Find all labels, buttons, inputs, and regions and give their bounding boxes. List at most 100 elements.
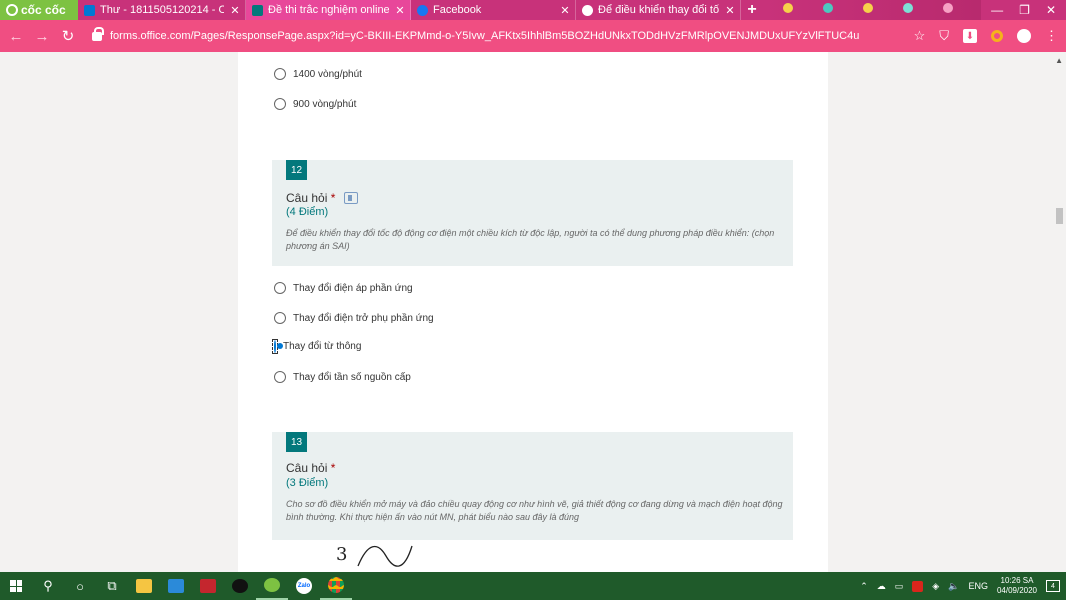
close-icon[interactable]: ✕: [559, 4, 571, 17]
question-points: (3 Điểm): [286, 477, 329, 489]
search-icon[interactable]: ⚲: [32, 572, 64, 600]
facebook-icon: [417, 4, 428, 16]
back-icon[interactable]: ←: [8, 28, 24, 45]
cloud-icon[interactable]: ☁: [877, 581, 886, 592]
forms-icon: [252, 4, 263, 16]
reload-icon[interactable]: ↻: [60, 27, 76, 45]
question-title: Câu hỏi *: [286, 191, 336, 205]
notification-center-icon[interactable]: 4: [1046, 580, 1060, 592]
radio-button[interactable]: [274, 312, 286, 324]
zalo-label: Zalo: [296, 578, 312, 594]
xbox-icon[interactable]: [224, 572, 256, 600]
system-tray: ⌃ ☁ ▭ ◈ 🔈 ENG 10:26 SA 04/09/2020 4: [860, 576, 1066, 596]
option-label: 900 vòng/phút: [293, 98, 357, 110]
window-controls: — ❐ ✕: [981, 0, 1066, 20]
sine-wave-symbol-icon: [357, 545, 413, 567]
shield-icon[interactable]: ⛉: [939, 28, 949, 44]
radio-button-selected[interactable]: [274, 340, 276, 353]
radio-button[interactable]: [274, 98, 286, 110]
maximize-icon[interactable]: ❐: [1019, 3, 1030, 17]
radio-button[interactable]: [274, 371, 286, 383]
file-explorer-icon[interactable]: [128, 572, 160, 600]
option-flux[interactable]: Thay đổi từ thông: [272, 339, 362, 354]
browser-tab-bar: cốc cốc Thư - 1811505120214 - Outlo ✕ Đề…: [0, 0, 1066, 20]
address-bar: ← → ↻ forms.office.com/Pages/ResponsePag…: [0, 20, 1066, 52]
option-label: Thay đổi từ thông: [283, 341, 362, 352]
url-field[interactable]: forms.office.com/Pages/ResponsePage.aspx…: [86, 25, 904, 47]
option-label: 1400 vòng/phút: [293, 68, 362, 80]
question-number: 13: [286, 432, 307, 452]
address-bar-actions: ☆ ⛉ ⬇ ⋮: [914, 28, 1058, 44]
immersive-reader-icon[interactable]: [344, 192, 358, 204]
question-12-header: 12 Câu hỏi * (4 Điểm) Để điều khiển thay…: [272, 160, 793, 266]
new-tab-button[interactable]: +: [741, 0, 763, 20]
option-supply-frequency[interactable]: Thay đổi tần số nguồn cấp: [274, 371, 411, 383]
clock[interactable]: 10:26 SA 04/09/2020: [997, 576, 1037, 596]
question-description: Cho sơ đồ điều khiển mở máy và đảo chiều…: [286, 499, 783, 522]
tab-forms[interactable]: Đề thi trắc nghiệm online Tra ✕: [246, 0, 411, 20]
tab-outlook[interactable]: Thư - 1811505120214 - Outlo ✕: [78, 0, 246, 20]
page-scrollbar[interactable]: ▲: [1052, 52, 1066, 572]
radio-button[interactable]: [274, 282, 286, 294]
battery-icon[interactable]: ▭: [895, 581, 904, 592]
question-description: Để điều khiển thay đổi tốc độ động cơ đi…: [286, 228, 775, 251]
lock-icon: [92, 26, 104, 41]
mail-icon[interactable]: [160, 572, 192, 600]
brand-name: cốc cốc: [21, 3, 66, 17]
page-content: 1400 vòng/phút 900 vòng/phút 12 Câu hỏi …: [0, 52, 1066, 572]
clock-time: 10:26 SA: [1000, 576, 1034, 585]
start-button[interactable]: [0, 572, 32, 600]
tab-title: Facebook: [433, 4, 482, 16]
windows-taskbar: ⚲ ○ ⧉ Zalo ⌃ ☁ ▭ ◈ 🔈 ENG 10:26 SA 04/09/…: [0, 572, 1066, 600]
option-armature-voltage[interactable]: Thay đổi điện áp phần ứng: [274, 282, 413, 294]
task-view-icon[interactable]: ⧉: [96, 572, 128, 600]
coccoc-taskbar-icon[interactable]: [256, 572, 288, 600]
menu-icon[interactable]: ⋮: [1045, 28, 1058, 44]
close-window-icon[interactable]: ✕: [1046, 3, 1056, 17]
profile-icon[interactable]: [1017, 29, 1031, 43]
bookmark-star-icon[interactable]: ☆: [914, 28, 926, 44]
scroll-up-icon[interactable]: ▲: [1055, 56, 1063, 65]
forward-icon[interactable]: →: [34, 28, 50, 45]
media-app-icon[interactable]: [192, 572, 224, 600]
question-points: (4 Điểm): [286, 206, 329, 218]
option-900-rpm[interactable]: 900 vòng/phút: [274, 98, 356, 110]
option-armature-resistance[interactable]: Thay đổi điện trở phụ phần ứng: [274, 312, 434, 324]
option-1400-rpm[interactable]: 1400 vòng/phút: [274, 68, 362, 80]
language-indicator[interactable]: ENG: [968, 581, 988, 591]
coccoc-menu-button[interactable]: cốc cốc: [0, 0, 78, 20]
close-icon[interactable]: ✕: [394, 4, 406, 17]
image-label: 3: [336, 544, 348, 565]
volume-icon[interactable]: 🔈: [948, 581, 959, 592]
question-title: Câu hỏi *: [286, 461, 336, 475]
zalo-taskbar-icon[interactable]: Zalo: [288, 572, 320, 600]
option-label: Thay đổi điện trở phụ phần ứng: [293, 312, 434, 324]
chrome-taskbar-icon[interactable]: [320, 572, 352, 600]
url-text: forms.office.com/Pages/ResponsePage.aspx…: [110, 30, 860, 42]
tab-facebook[interactable]: Facebook ✕: [411, 0, 576, 20]
option-label: Thay đổi tần số nguồn cấp: [293, 371, 411, 383]
coccoc-logo-icon: [6, 4, 18, 16]
tab-title: Thư - 1811505120214 - Outlo: [100, 4, 224, 16]
outlook-icon: [84, 4, 95, 16]
radio-focus-ring: [272, 339, 278, 354]
scroll-thumb[interactable]: [1056, 208, 1063, 224]
cortana-icon[interactable]: ○: [64, 572, 96, 600]
coccoc-extension-icon[interactable]: [991, 30, 1003, 42]
radio-button[interactable]: [274, 68, 286, 80]
close-icon[interactable]: ✕: [229, 4, 241, 17]
tab-bar-decoration: [763, 0, 982, 20]
close-icon[interactable]: ✕: [724, 4, 736, 17]
download-icon[interactable]: ⬇: [963, 29, 977, 43]
tab-google[interactable]: Để điều khiển thay đổi tốc độ ✕: [576, 0, 741, 20]
clock-date: 04/09/2020: [996, 586, 1037, 595]
question-image: 3: [274, 540, 791, 572]
tray-overflow-icon[interactable]: ⌃: [860, 581, 868, 592]
network-icon[interactable]: ◈: [932, 581, 939, 592]
tab-title: Để điều khiển thay đổi tốc độ: [598, 4, 719, 16]
question-13-header: 13 Câu hỏi * (3 Điểm) Cho sơ đồ điều khi…: [272, 432, 793, 540]
unikey-icon[interactable]: [912, 580, 924, 592]
windows-logo-icon: [10, 580, 22, 592]
tab-title: Đề thi trắc nghiệm online Tra: [268, 4, 389, 16]
minimize-icon[interactable]: —: [991, 3, 1003, 17]
